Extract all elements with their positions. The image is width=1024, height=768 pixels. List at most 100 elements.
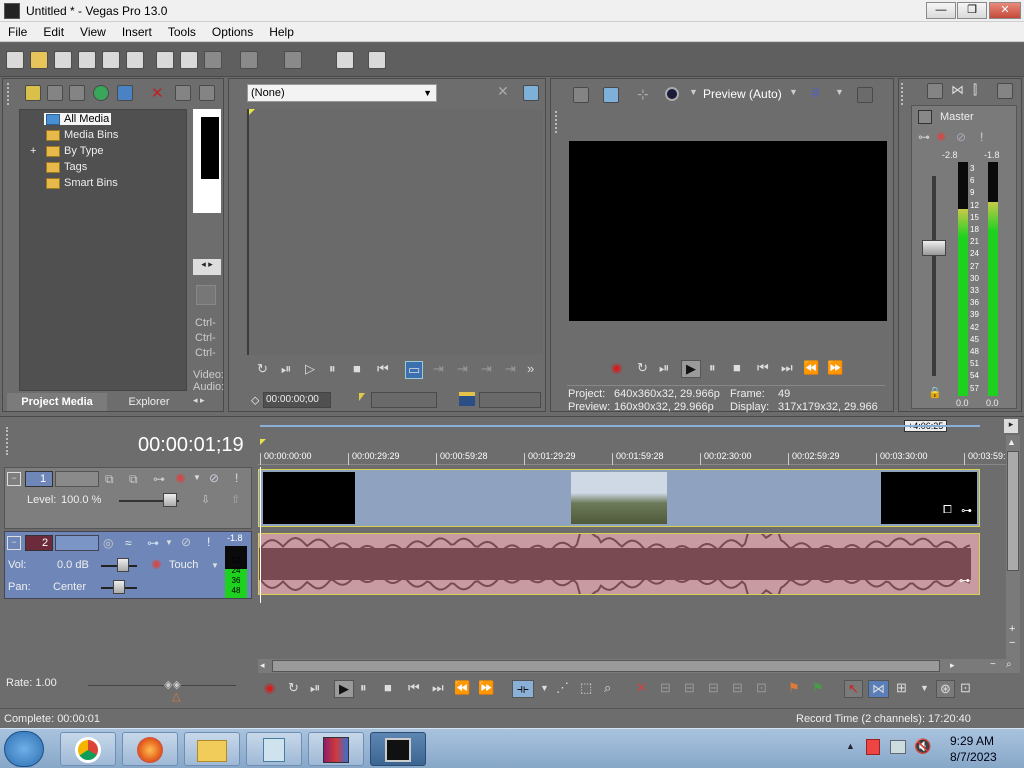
next-frame-icon[interactable]: ⏩ <box>827 360 843 376</box>
fill-icon[interactable]: ⇥ <box>505 361 516 377</box>
action-center-icon[interactable] <box>866 739 880 755</box>
auto-crossfades-icon[interactable]: ⋈ <box>868 680 889 698</box>
play-icon[interactable]: ▶ <box>334 680 354 698</box>
chevron-down-icon[interactable]: ▼ <box>835 87 844 97</box>
show-hidden-icons[interactable]: ▲ <box>846 741 855 751</box>
cut-icon[interactable] <box>156 51 174 69</box>
trimmer-display[interactable] <box>247 109 543 355</box>
chevron-down-icon[interactable]: ▼ <box>789 87 798 97</box>
pause-icon[interactable]: ⏸ <box>709 360 716 376</box>
import-media-icon[interactable] <box>25 85 41 101</box>
go-to-start-icon[interactable]: ⏮ <box>408 680 420 696</box>
enable-snapping-icon[interactable]: ↖ <box>844 680 863 698</box>
track-fx-icon[interactable]: ⊶ <box>153 472 165 486</box>
pan-slider[interactable] <box>113 580 125 594</box>
preview-mode-label[interactable]: Preview (Auto) <box>703 87 782 101</box>
scroll-right-icon[interactable]: ▸ <box>950 660 955 671</box>
previous-frame-icon[interactable]: ⏪ <box>803 360 819 376</box>
motion-icon[interactable]: ⧉ <box>105 472 114 487</box>
chevron-down-icon[interactable]: ▼ <box>193 473 201 482</box>
collapse-icon[interactable]: − <box>7 472 21 486</box>
automation-icon[interactable]: ✺ <box>151 557 162 573</box>
add-to-timeline-icon[interactable]: ⇥ <box>433 361 444 377</box>
open-icon[interactable] <box>30 51 48 69</box>
track-fx-icon[interactable]: ⊶ <box>147 536 159 550</box>
mixer-icon[interactable] <box>927 83 943 99</box>
trimmer-in-field[interactable] <box>371 392 437 408</box>
solo-icon[interactable]: ǃ <box>207 535 210 549</box>
undo-icon[interactable] <box>240 51 258 69</box>
track-name-field[interactable] <box>55 471 99 487</box>
solo-icon[interactable]: ǃ <box>980 130 983 144</box>
new-icon[interactable] <box>6 51 24 69</box>
track-name-field[interactable] <box>55 535 99 551</box>
start-button[interactable] <box>4 731 44 767</box>
chevron-down-icon[interactable]: ▼ <box>211 561 219 570</box>
tree-expand-by-type[interactable]: + <box>30 145 36 157</box>
explorer-taskbar-icon[interactable] <box>184 732 240 766</box>
lock-envelopes-icon[interactable]: ⊛ <box>936 680 955 698</box>
event-fx-icon[interactable]: ⊶ <box>959 574 970 587</box>
remove-icon[interactable]: ✕ <box>151 84 164 102</box>
video-track-lane[interactable]: ⧠ ⊶ <box>258 469 980 527</box>
summary-icon[interactable] <box>196 285 216 305</box>
stop-icon[interactable]: ■ <box>384 680 392 695</box>
video-track-header[interactable]: − 1 ⧉ ⧉ ⊶ ✺ ▼ ⊘ ǃ Level: 100.0 % ⇩ ⇧ <box>4 467 252 529</box>
render-icon[interactable] <box>102 51 120 69</box>
firefox-taskbar-icon[interactable] <box>122 732 178 766</box>
mute-icon[interactable]: ⊘ <box>181 535 191 549</box>
preview-quality-icon[interactable] <box>665 87 679 101</box>
vegas-taskbar-icon[interactable] <box>370 732 426 766</box>
play-icon[interactable]: ▶ <box>681 360 701 378</box>
trimmer-media-select[interactable]: (None) ▼ <box>247 84 437 102</box>
split-screen-icon[interactable]: ⊹ <box>637 86 649 103</box>
clock-time[interactable]: 9:29 AM <box>950 734 994 748</box>
menu-tools[interactable]: Tools <box>160 25 204 39</box>
fit-icon[interactable]: ⇥ <box>481 361 492 377</box>
go-to-start-icon[interactable]: ⏮ <box>757 360 769 376</box>
paste-icon[interactable] <box>204 51 222 69</box>
loop-icon[interactable]: ↻ <box>257 361 268 377</box>
mute-icon[interactable]: ⊘ <box>956 130 966 144</box>
zoom-out-icon[interactable]: − <box>1009 637 1015 649</box>
previous-frame-icon[interactable]: ⏪ <box>454 680 470 696</box>
play-from-start-icon[interactable]: ⏯ <box>310 680 320 696</box>
ignore-grouping-icon[interactable]: ⊡ <box>960 680 971 696</box>
level-slider[interactable] <box>163 493 177 507</box>
more-icon[interactable]: » <box>527 361 534 376</box>
event-fx-icon[interactable]: ⊶ <box>961 504 972 517</box>
tree-item-all-media[interactable]: All Media <box>44 113 112 125</box>
insert-fx-icon[interactable]: ⊶ <box>918 130 930 144</box>
record-arm-icon[interactable]: ◎ <box>103 536 113 550</box>
external-monitor-icon[interactable] <box>603 87 619 103</box>
winrar-taskbar-icon[interactable] <box>308 732 364 766</box>
fx-icon[interactable]: ✺ <box>175 471 186 487</box>
zoom-out-icon[interactable]: − <box>990 659 996 670</box>
trimmer-timecode[interactable]: 00:00:00;00 <box>263 392 331 408</box>
loop-icon[interactable]: ↻ <box>288 680 299 696</box>
stop-icon[interactable]: ■ <box>733 360 741 375</box>
split-icon[interactable]: ⊟ <box>732 680 743 696</box>
whats-this-help-icon[interactable] <box>368 51 386 69</box>
thumbnail-scroll[interactable]: ◂ ▸ <box>193 259 221 275</box>
chevron-down-icon[interactable]: ▼ <box>540 683 549 693</box>
pause-icon[interactable]: ⏸ <box>329 361 336 377</box>
trim-icon[interactable]: ⊟ <box>660 680 671 696</box>
grid-icon[interactable]: # <box>811 85 819 102</box>
menu-insert[interactable]: Insert <box>114 25 160 39</box>
scroll-up-icon[interactable]: ▲ <box>1007 437 1016 447</box>
normal-edit-tool-icon[interactable]: ⟛ <box>512 680 534 698</box>
record-icon[interactable]: ◉ <box>611 360 622 376</box>
time-ruler[interactable]: 00:00:00:00 00:00:29:29 00:00:59:28 00:01:2… <box>258 439 1008 465</box>
tree-item-media-bins[interactable]: Media Bins <box>46 129 118 141</box>
vol-slider[interactable] <box>117 558 129 572</box>
redo-icon[interactable] <box>284 51 302 69</box>
scroll-left-icon[interactable]: ◂ <box>260 660 265 671</box>
audio-track-header[interactable]: − 2 ◎ ≈ ⊶ ▼ ⊘ ǃ Vol: 0.0 dB ✺ Touch ▼ Pa… <box>4 531 252 599</box>
search-media-icon[interactable] <box>117 85 133 101</box>
save-icon[interactable] <box>54 51 72 69</box>
trim-start-icon[interactable]: ⊟ <box>684 680 695 696</box>
playhead[interactable] <box>260 467 261 603</box>
pause-icon[interactable]: ⏸ <box>360 680 367 696</box>
stop-icon[interactable]: ■ <box>353 361 361 376</box>
